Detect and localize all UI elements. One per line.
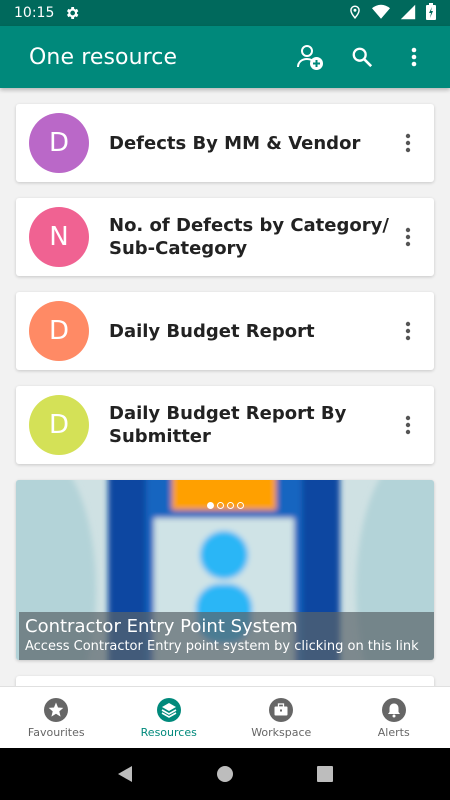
- app-bar: One resource: [0, 26, 450, 88]
- promo-banner[interactable]: Contractor Entry Point System Access Con…: [16, 480, 434, 660]
- nav-label: Alerts: [377, 725, 410, 739]
- resource-list: D Defects By MM & Vendor N No. of Defect…: [0, 88, 450, 686]
- resource-card[interactable]: N No. of Defects by Category/ Sub-Catego…: [16, 198, 434, 276]
- nav-workspace[interactable]: Workspace: [225, 687, 338, 748]
- recents-button[interactable]: [310, 759, 340, 789]
- banner-title: Contractor Entry Point System: [25, 616, 298, 637]
- briefcase-icon: [269, 697, 294, 722]
- recents-square-icon: [317, 766, 333, 782]
- resource-card[interactable]: D Defects By MM & Vendor: [16, 104, 434, 182]
- home-button[interactable]: [210, 759, 240, 789]
- resource-title: Daily Budget Report By Submitter: [109, 403, 347, 447]
- carousel-dot[interactable]: [216, 502, 224, 509]
- banner-caption: Contractor Entry Point System Access Con…: [19, 612, 434, 660]
- banner-subtitle: Access Contractor Entry point system by …: [25, 639, 419, 654]
- page-title: One resource: [29, 44, 178, 70]
- wifi-icon: [372, 4, 390, 23]
- avatar: D: [29, 113, 89, 173]
- settings-gear-icon: [64, 5, 80, 21]
- card-more-button[interactable]: [396, 225, 420, 249]
- resource-card[interactable]: D Daily Budget Report By Submitter: [16, 386, 434, 464]
- star-icon: [44, 697, 69, 722]
- resource-title: Daily Budget Report: [109, 320, 315, 342]
- add-user-icon: [297, 45, 323, 70]
- more-vert-icon: [405, 133, 411, 153]
- overflow-menu-button[interactable]: [398, 41, 430, 73]
- search-button[interactable]: [346, 41, 378, 73]
- resource-card-partial[interactable]: [16, 676, 434, 686]
- nav-label: Resources: [140, 725, 197, 739]
- carousel-indicator: [16, 502, 434, 509]
- nav-alerts[interactable]: Alerts: [338, 687, 450, 748]
- back-button[interactable]: [110, 759, 140, 789]
- resource-title: No. of Defects by Category/ Sub-Category: [109, 215, 389, 259]
- system-navigation-bar: [0, 748, 450, 800]
- carousel-dot[interactable]: [236, 502, 244, 509]
- more-vert-icon: [405, 321, 411, 341]
- back-triangle-icon: [118, 766, 132, 782]
- resource-title: Defects By MM & Vendor: [109, 132, 361, 154]
- location-icon: [348, 4, 362, 23]
- bell-icon: [381, 697, 406, 722]
- status-time: 10:15: [14, 5, 55, 21]
- nav-resources[interactable]: Resources: [113, 687, 226, 748]
- carousel-dot[interactable]: [226, 502, 234, 509]
- bottom-navigation: Favourites Resources Workspace Alerts: [0, 686, 450, 748]
- battery-icon: [426, 3, 436, 23]
- nav-label: Workspace: [251, 725, 312, 739]
- add-user-button[interactable]: [294, 41, 326, 73]
- home-circle-icon: [217, 766, 233, 782]
- card-more-button[interactable]: [396, 319, 420, 343]
- more-vert-icon: [405, 415, 411, 435]
- more-vert-icon: [411, 47, 417, 67]
- card-more-button[interactable]: [396, 413, 420, 437]
- signal-icon: [400, 4, 416, 23]
- avatar: D: [29, 395, 89, 455]
- nav-favourites[interactable]: Favourites: [0, 687, 113, 748]
- avatar: D: [29, 301, 89, 361]
- search-icon: [352, 47, 373, 68]
- carousel-dot[interactable]: [206, 502, 214, 509]
- status-bar: 10:15: [0, 0, 450, 26]
- layers-icon: [156, 697, 181, 722]
- more-vert-icon: [405, 227, 411, 247]
- nav-label: Favourites: [27, 725, 85, 739]
- avatar: N: [29, 207, 89, 267]
- card-more-button[interactable]: [396, 131, 420, 155]
- resource-card[interactable]: D Daily Budget Report: [16, 292, 434, 370]
